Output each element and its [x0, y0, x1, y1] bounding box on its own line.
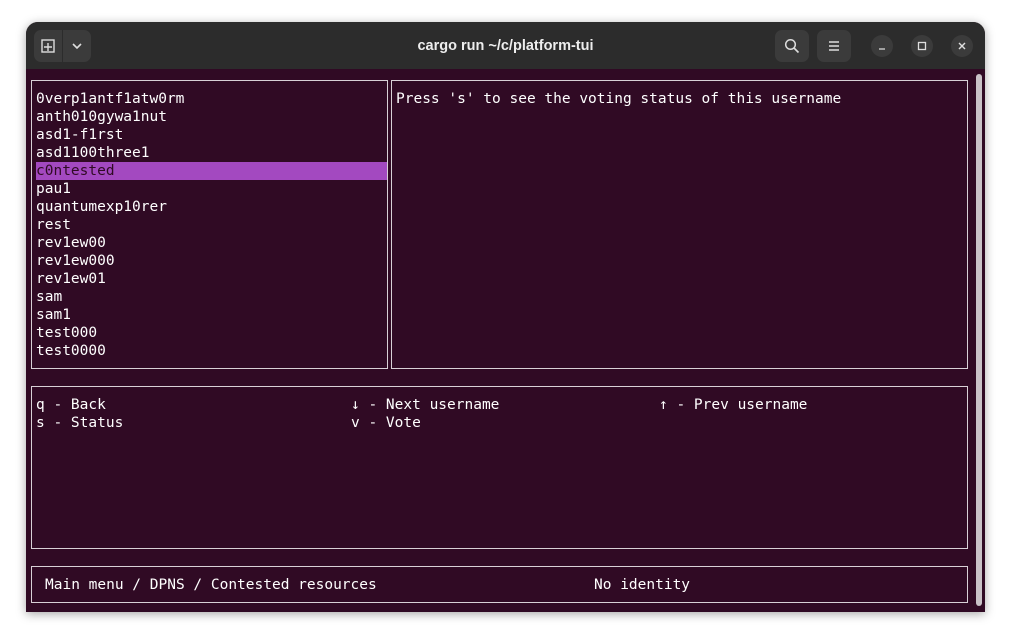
username-item[interactable]: quantumexp10rer — [36, 198, 387, 216]
username-item[interactable]: asd1100three1 — [36, 144, 387, 162]
minimize-icon — [879, 48, 885, 50]
username-item[interactable]: 0verp1antf1atw0rm — [36, 90, 387, 108]
status-bar: Main menu / DPNS / Contested resources N… — [31, 566, 968, 603]
info-message: Press 's' to see the voting status of th… — [396, 91, 842, 107]
info-pane: Press 's' to see the voting status of th… — [391, 80, 968, 369]
chevron-down-icon — [72, 43, 82, 50]
scrollbar[interactable] — [976, 74, 982, 606]
minimize-button[interactable] — [871, 35, 893, 57]
key-next-username: ↓ - Next username — [351, 397, 500, 413]
terminal-area[interactable]: 0verp1antf1atw0rm anth010gywa1nut asd1-f1r… — [26, 69, 985, 612]
search-button[interactable] — [775, 30, 809, 62]
key-status: s - Status — [36, 415, 124, 431]
search-icon — [784, 38, 800, 54]
tab-dropdown-button[interactable] — [63, 30, 91, 62]
maximize-button[interactable] — [911, 35, 933, 57]
key-prev-username: ↑ - Prev username — [659, 397, 808, 413]
username-item[interactable]: rev1ew000 — [36, 252, 387, 270]
username-item[interactable]: anth010gywa1nut — [36, 108, 387, 126]
terminal-window: cargo run ~/c/platform-tui 0verp1antf1at… — [26, 22, 985, 612]
username-item[interactable]: test000 — [36, 324, 387, 342]
key-hints-pane: q - Back s - Status ↓ - Next username v … — [31, 386, 968, 549]
hamburger-menu-icon — [829, 41, 839, 51]
close-button[interactable] — [951, 35, 973, 57]
username-list-pane: 0verp1antf1atw0rm anth010gywa1nut asd1-f1r… — [31, 80, 388, 369]
username-item-selected[interactable]: c0ntested — [36, 162, 387, 180]
menu-button[interactable] — [817, 30, 851, 62]
new-tab-button[interactable] — [34, 30, 62, 62]
close-icon — [958, 42, 966, 50]
maximize-icon — [917, 41, 927, 51]
identity-status: No identity — [594, 577, 691, 593]
username-item[interactable]: rest — [36, 216, 387, 234]
username-item[interactable]: sam — [36, 288, 387, 306]
title-bar: cargo run ~/c/platform-tui — [26, 22, 985, 69]
breadcrumb: Main menu / DPNS / Contested resources — [45, 577, 377, 593]
key-vote: v - Vote — [351, 415, 421, 431]
username-item[interactable]: test0000 — [36, 342, 387, 360]
username-item[interactable]: asd1-f1rst — [36, 126, 387, 144]
username-item[interactable]: rev1ew01 — [36, 270, 387, 288]
username-item[interactable]: pau1 — [36, 180, 387, 198]
username-item[interactable]: sam1 — [36, 306, 387, 324]
new-tab-split-button — [34, 30, 91, 62]
new-tab-icon — [41, 39, 55, 53]
key-back: q - Back — [36, 397, 106, 413]
username-item[interactable]: rev1ew00 — [36, 234, 387, 252]
